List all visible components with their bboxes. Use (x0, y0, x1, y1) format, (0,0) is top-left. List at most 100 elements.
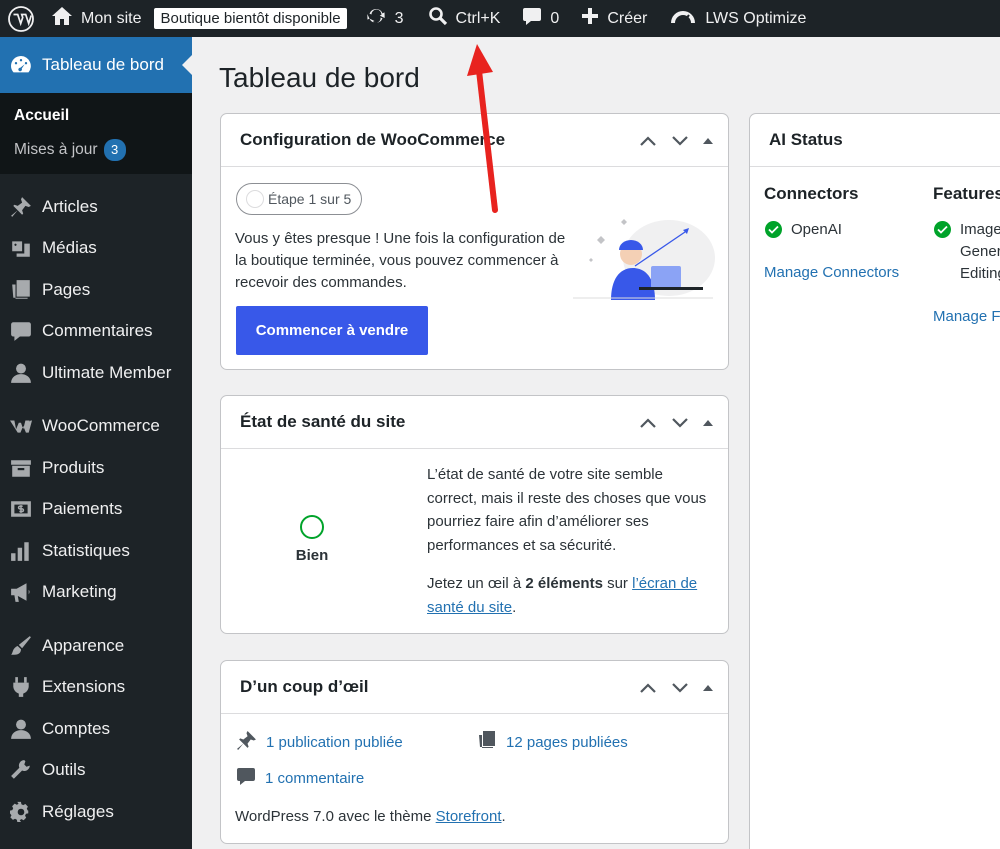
comments-link[interactable]: 0 (513, 0, 568, 37)
money-icon (9, 497, 33, 521)
updates-count-badge: 3 (103, 139, 126, 161)
widget-header: AI Status (750, 114, 1000, 167)
admin-bar: Mon site Boutique bientôt disponible 3 C… (0, 0, 1000, 37)
updates-link[interactable]: 3 (356, 0, 413, 37)
move-down-icon[interactable] (664, 407, 696, 439)
health-status-circle-icon (300, 515, 324, 539)
step-indicator: Étape 1 sur 5 (236, 183, 363, 215)
plugin-icon (9, 675, 33, 699)
menu-settings[interactable]: Réglages (0, 791, 192, 833)
features-heading: Features (933, 184, 1000, 203)
setup-illustration (573, 219, 715, 300)
menu-plugin[interactable]: Extensions (0, 667, 192, 709)
published-posts-link[interactable]: 1 publication publiée (236, 730, 403, 755)
menu-item-label: Produits (42, 457, 105, 477)
site-name: Mon site (81, 9, 142, 27)
widget-header: D’un coup d’œil (221, 661, 728, 714)
menu-users[interactable]: Comptes (0, 708, 192, 750)
site-name-link[interactable]: Mon site (42, 0, 150, 37)
menu-archive[interactable]: Produits (0, 447, 192, 489)
user-icon (9, 361, 33, 385)
menu-money[interactable]: Paiements (0, 489, 192, 531)
dashboard-icon (9, 53, 33, 77)
menu-comments[interactable]: Commentaires (0, 311, 192, 353)
settings-icon (9, 800, 33, 824)
menu-item-label: Médias (42, 238, 97, 258)
widget-title: AI Status (769, 130, 843, 149)
move-down-icon[interactable] (664, 672, 696, 704)
health-status-label: Bien (295, 547, 329, 564)
page-title: Tableau de bord (219, 62, 420, 93)
lws-optimize-menu[interactable]: LWS Optimize (660, 0, 815, 37)
new-content-menu[interactable]: Créer (572, 0, 656, 37)
health-items-count: 2 éléments (525, 575, 603, 592)
menu-chart[interactable]: Statistiques (0, 530, 192, 572)
menu-brush[interactable]: Apparence (0, 625, 192, 667)
site-health-widget: État de santé du site Bien L’état de san… (220, 395, 729, 634)
move-up-icon[interactable] (632, 407, 664, 439)
connectors-heading: Connectors (764, 184, 859, 203)
wrench-icon (9, 758, 33, 782)
menu-item-label: Apparence (42, 635, 125, 655)
submenu-updates[interactable]: Mises à jour 3 (0, 133, 192, 167)
menu-pin[interactable]: Articles (0, 186, 192, 228)
comments-count-link[interactable]: 1 commentaire (236, 766, 364, 790)
menu-dashboard[interactable]: Tableau de bord (0, 37, 192, 93)
collapse-toggle-icon[interactable] (696, 125, 720, 157)
brush-icon (9, 634, 33, 658)
pin-icon (9, 195, 33, 219)
theme-link[interactable]: Storefront (436, 808, 502, 825)
start-selling-button[interactable]: Commencer à vendre (236, 306, 428, 355)
menu-item-label: Extensions (42, 677, 126, 697)
collapse-toggle-icon[interactable] (696, 407, 720, 439)
megaphone-icon (9, 580, 33, 604)
menu-pages[interactable]: Pages (0, 269, 192, 311)
check-icon (934, 221, 951, 238)
updates-icon (365, 6, 387, 31)
progress-ring-icon (246, 190, 264, 208)
manage-connectors-link[interactable]: Manage Connectors (764, 264, 899, 281)
menu-media[interactable]: Médias (0, 228, 192, 270)
menu-item-label: Marketing (42, 582, 117, 602)
menu-woocommerce[interactable]: WooCommerce (0, 406, 192, 448)
menu-item-label: Réglages (42, 801, 114, 821)
store-status-badge[interactable]: Boutique bientôt disponible (150, 0, 355, 37)
collapse-toggle-icon[interactable] (696, 672, 720, 704)
connector-item: OpenAI (765, 219, 842, 241)
chart-icon (9, 539, 33, 563)
speedometer-icon (669, 7, 697, 30)
check-icon (765, 221, 782, 238)
setup-description: Vous y êtes presque ! Une fois la config… (235, 230, 566, 291)
menu-item-label: Paiements (42, 499, 123, 519)
widget-title: D’un coup d’œil (240, 677, 369, 696)
menu-dashboard-label: Tableau de bord (42, 55, 164, 74)
menu-item-label: Comptes (42, 718, 111, 738)
menu-megaphone[interactable]: Marketing (0, 572, 192, 614)
woocommerce-icon (9, 414, 33, 438)
media-icon (9, 236, 33, 260)
submenu-home[interactable]: Accueil (0, 99, 192, 133)
pages-icon (9, 278, 33, 302)
manage-features-link[interactable]: Manage F (933, 308, 1000, 325)
ai-status-widget: AI Status Connectors OpenAI Manage Conne… (749, 113, 1000, 849)
pin-icon (236, 730, 266, 755)
comments-icon (9, 319, 33, 343)
search-shortcut[interactable]: Ctrl+K (419, 0, 510, 37)
menu-wrench[interactable]: Outils (0, 750, 192, 792)
archive-icon (9, 456, 33, 480)
annotation-arrow (467, 44, 498, 213)
wordpress-logo-icon[interactable] (0, 0, 42, 37)
menu-item-label: Outils (42, 760, 86, 780)
move-up-icon[interactable] (632, 672, 664, 704)
move-up-icon[interactable] (632, 125, 664, 157)
updates-count: 3 (394, 9, 404, 27)
health-description: L’état de santé de votre site semble cor… (427, 466, 707, 616)
widget-header: État de santé du site (221, 396, 728, 449)
search-icon (428, 6, 448, 31)
menu-item-label: Articles (42, 196, 98, 216)
move-down-icon[interactable] (664, 125, 696, 157)
menu-user[interactable]: Ultimate Member (0, 352, 192, 394)
menu-item-label: Commentaires (42, 321, 153, 341)
published-pages-link[interactable]: 12 pages publiées (477, 730, 628, 754)
home-icon (51, 6, 73, 31)
